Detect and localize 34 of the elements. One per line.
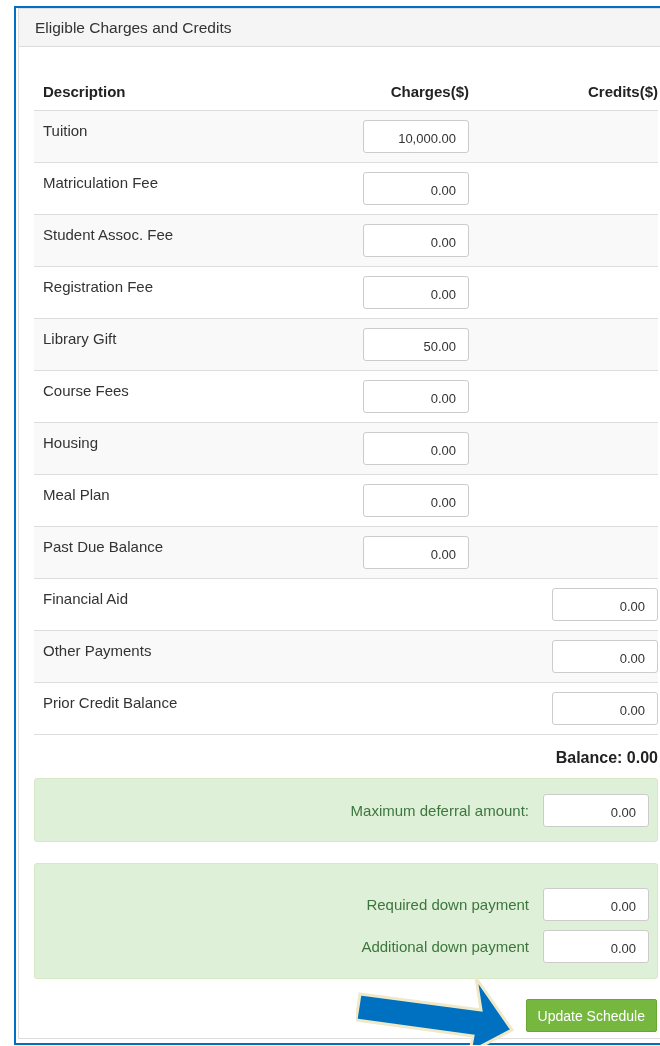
- down-payment-label: Additional down payment: [361, 938, 529, 955]
- row-label: Matriculation Fee: [42, 173, 160, 191]
- row-label: Past Due Balance: [42, 537, 165, 555]
- column-header: Charges($): [389, 83, 469, 100]
- charge-field[interactable]: 0.00: [363, 380, 469, 413]
- credit-field[interactable]: 0.00: [552, 692, 658, 725]
- down-payment-field[interactable]: 0.00: [543, 888, 649, 921]
- row-label: Student Assoc. Fee: [42, 225, 175, 243]
- charge-field[interactable]: 50.00: [363, 328, 469, 361]
- down-payment-field[interactable]: 0.00: [543, 930, 649, 963]
- row-label: Other Payments: [42, 641, 153, 659]
- row-label: Financial Aid: [42, 589, 130, 607]
- row-label: Registration Fee: [42, 277, 155, 295]
- charge-field[interactable]: 0.00: [363, 484, 469, 517]
- column-header: Description: [42, 83, 126, 100]
- row-label: Meal Plan: [42, 485, 111, 503]
- charge-field[interactable]: 10,000.00: [363, 120, 469, 153]
- row-label: Course Fees: [42, 381, 130, 399]
- panel-title: Eligible Charges and Credits: [19, 9, 660, 47]
- row-label: Tuition: [42, 121, 89, 139]
- charge-field[interactable]: 0.00: [363, 172, 469, 205]
- deferral-label: Maximum deferral amount:: [350, 802, 529, 819]
- credit-field[interactable]: 0.00: [552, 640, 658, 673]
- row-label: Library Gift: [42, 329, 118, 347]
- charge-field[interactable]: 0.00: [363, 224, 469, 257]
- charge-field[interactable]: 0.00: [363, 432, 469, 465]
- charge-field[interactable]: 0.00: [363, 276, 469, 309]
- credit-field[interactable]: 0.00: [552, 588, 658, 621]
- charge-field[interactable]: 0.00: [363, 536, 469, 569]
- row-label: Housing: [42, 433, 100, 451]
- deferral-field[interactable]: 0.00: [543, 794, 649, 827]
- column-header: Credits($): [587, 83, 658, 100]
- row-label: Prior Credit Balance: [42, 693, 179, 711]
- down-payment-label: Required down payment: [366, 896, 529, 913]
